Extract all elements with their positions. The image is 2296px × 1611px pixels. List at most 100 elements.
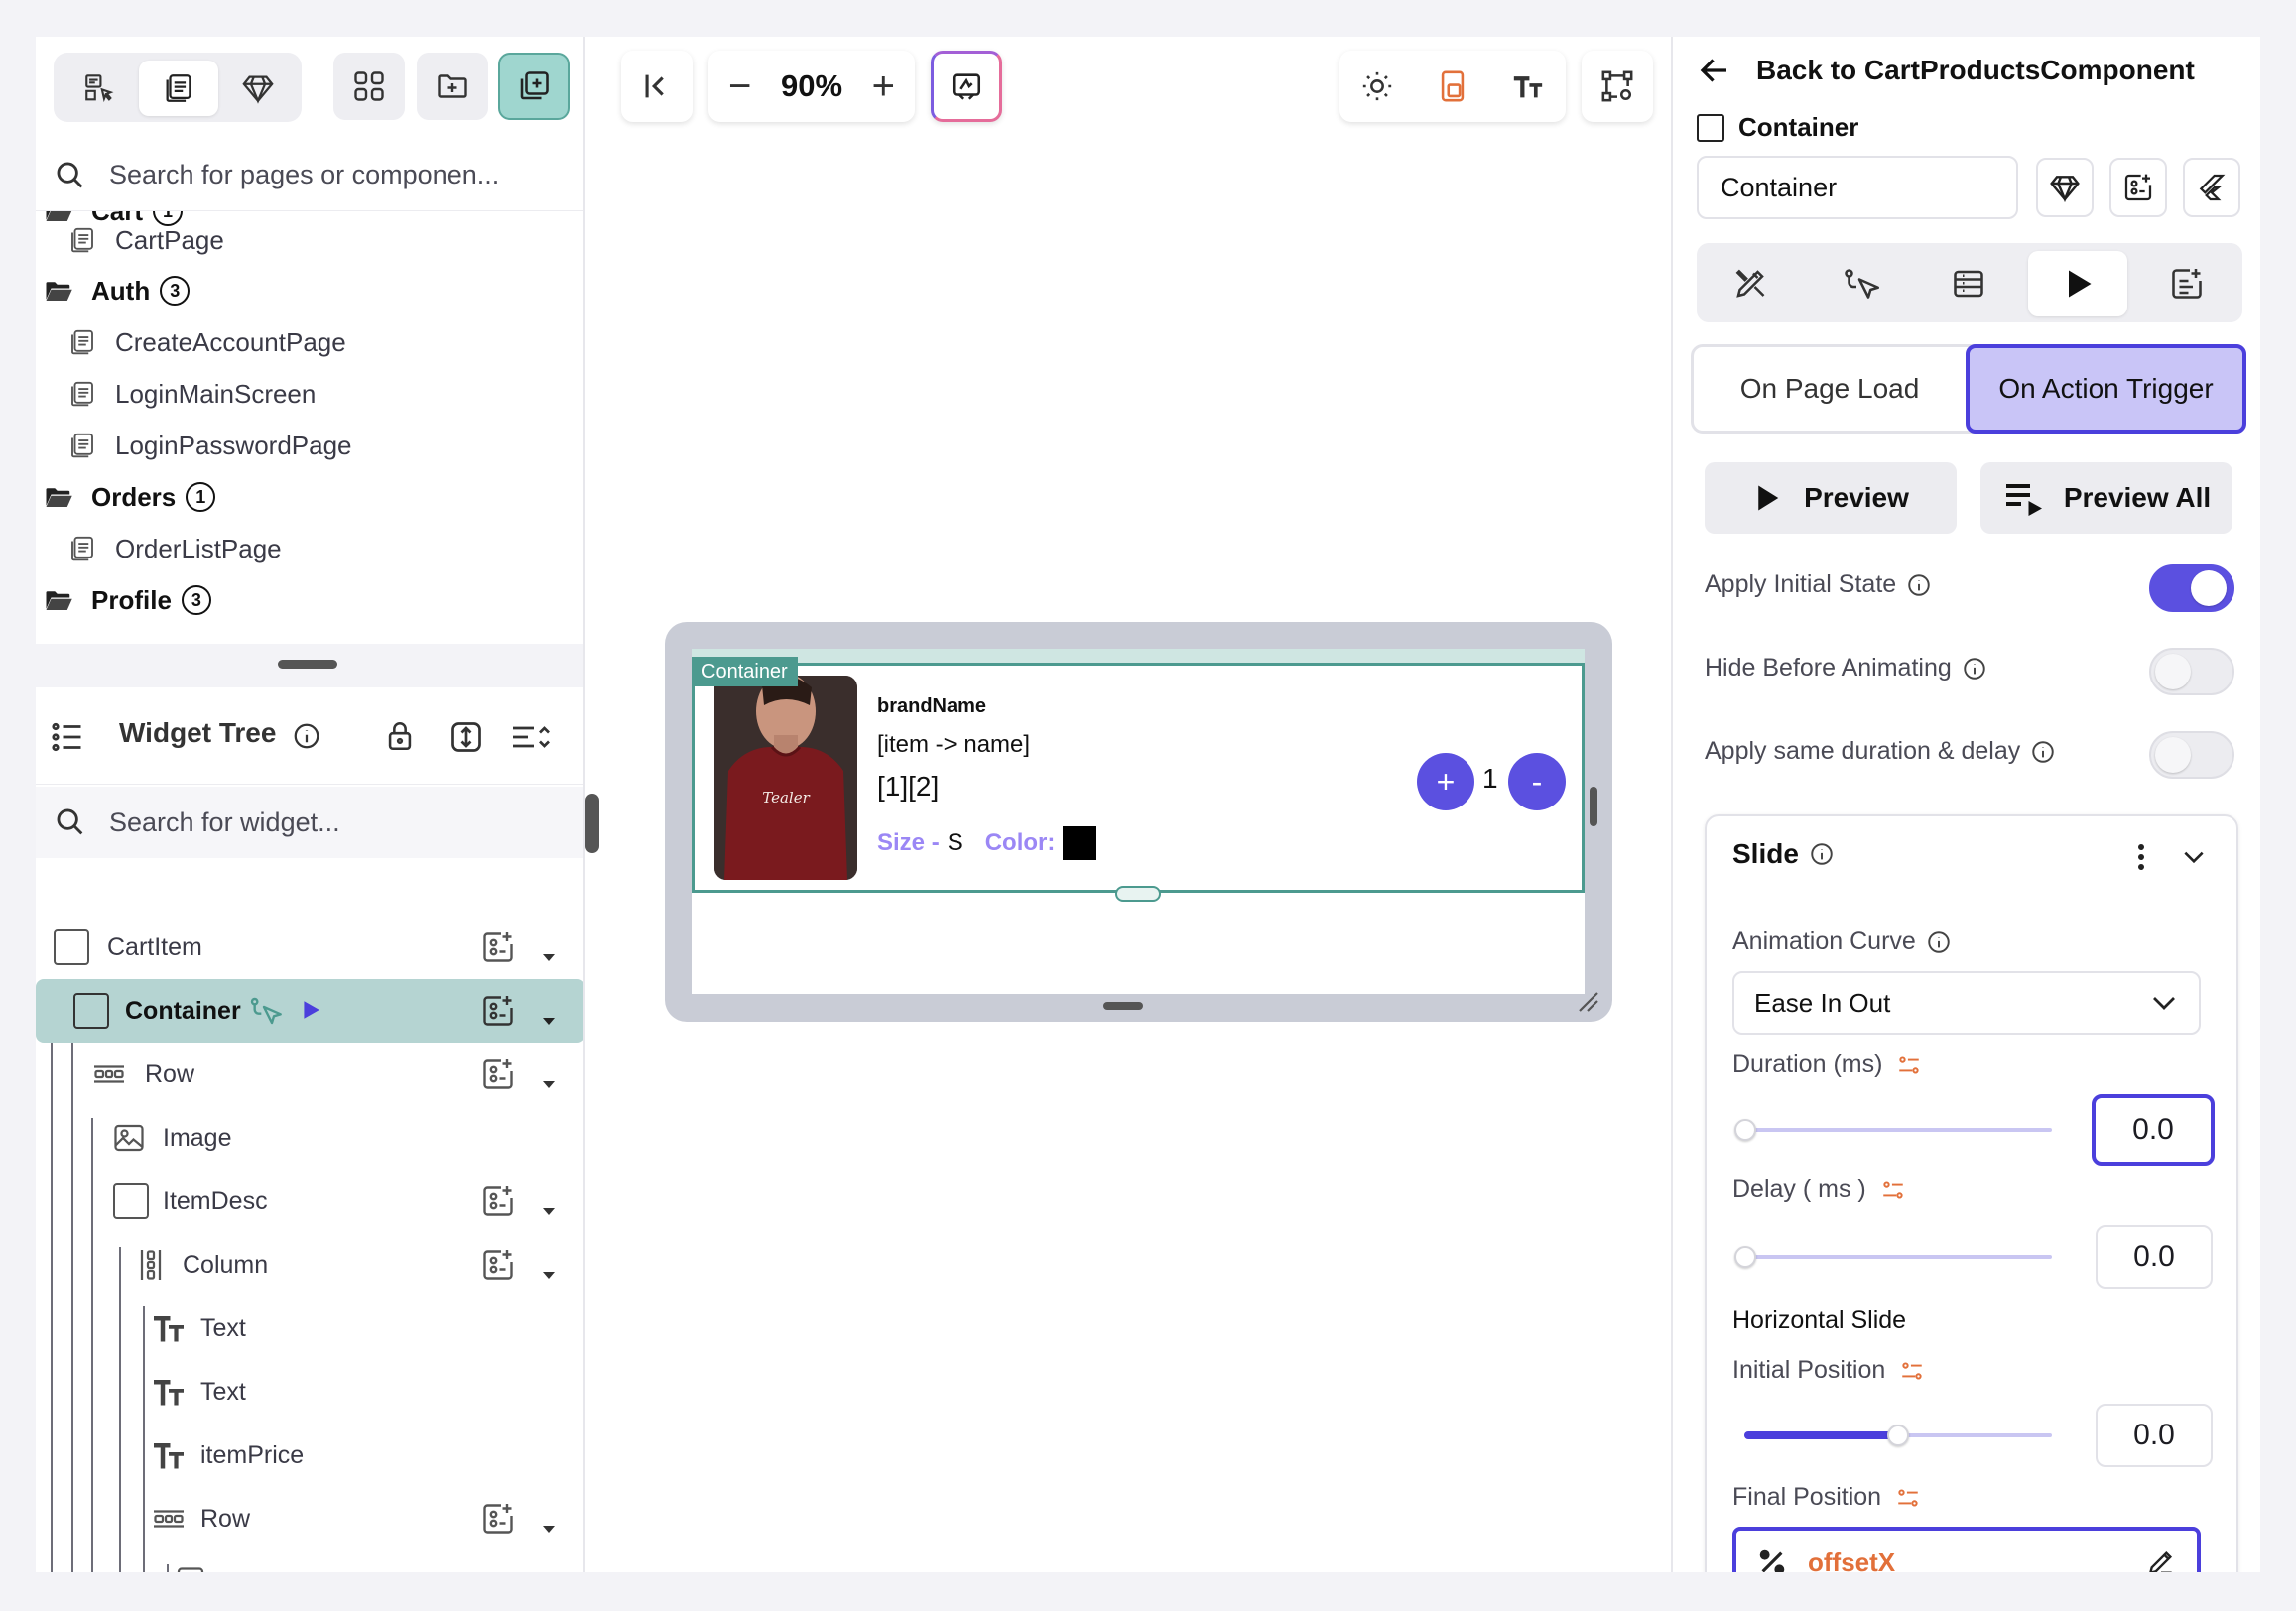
info-icon[interactable] xyxy=(292,721,321,751)
tree-row-row[interactable]: Row xyxy=(36,1043,583,1106)
tree-row-cartitem[interactable]: CartItem xyxy=(36,916,583,979)
add-child-icon[interactable] xyxy=(480,1501,516,1537)
zoom-in-button[interactable]: + xyxy=(872,66,895,106)
device-bottom-handle[interactable] xyxy=(1103,1002,1143,1010)
folder-auth[interactable]: Auth 3 xyxy=(44,269,191,312)
flutter-code-button[interactable] xyxy=(2183,158,2240,217)
delay-input[interactable]: 0.0 xyxy=(2096,1225,2213,1289)
variable-binding-icon[interactable] xyxy=(1896,1053,1922,1078)
tree-row-text[interactable]: Text xyxy=(36,1297,583,1360)
delay-slider-track[interactable] xyxy=(1744,1255,2052,1259)
add-action-icon[interactable] xyxy=(2137,251,2236,316)
folder-profile[interactable]: Profile 3 xyxy=(44,578,211,622)
preview-all-button[interactable]: Preview All xyxy=(1980,462,2232,534)
paint-icon[interactable] xyxy=(1701,251,1800,316)
add-child-icon[interactable] xyxy=(480,1247,516,1283)
add-page-icon[interactable] xyxy=(498,53,570,120)
hide-before-toggle[interactable] xyxy=(2149,648,2234,695)
page-item-loginmainscreen[interactable]: LoginMainScreen xyxy=(67,372,316,416)
diamond-button[interactable] xyxy=(2036,158,2094,217)
ai-generate-button[interactable] xyxy=(931,51,1002,122)
storyboard-icon[interactable] xyxy=(60,61,139,116)
increase-qty-button[interactable]: + xyxy=(1417,753,1474,810)
tree-row-row-2[interactable]: Row xyxy=(36,1487,583,1550)
same-duration-toggle[interactable] xyxy=(2149,731,2234,779)
info-icon[interactable] xyxy=(1926,929,1952,955)
lock-icon[interactable] xyxy=(383,719,417,753)
tree-row-text[interactable]: Text xyxy=(36,1360,583,1424)
wrap-widget-button[interactable] xyxy=(2109,158,2167,217)
animation-curve-select[interactable]: Ease In Out xyxy=(1732,971,2201,1035)
back-nav[interactable]: Back to CartProductsComponent xyxy=(1697,49,2195,92)
variable-binding-icon[interactable] xyxy=(1895,1485,1921,1511)
selected-container[interactable]: Tealer brandName [item -> name] [1][2] S… xyxy=(692,663,1585,902)
caret-down-icon[interactable] xyxy=(542,1513,556,1533)
chevron-down-icon[interactable] xyxy=(2179,844,2209,870)
tree-row-itemdesc[interactable]: ItemDesc xyxy=(36,1170,583,1233)
page-item-orderlistpage[interactable]: OrderListPage xyxy=(67,527,282,570)
play-animation-icon[interactable] xyxy=(300,999,321,1021)
diamond-icon[interactable] xyxy=(218,61,298,116)
preview-button[interactable]: Preview xyxy=(1705,462,1957,534)
zoom-out-button[interactable]: − xyxy=(728,66,751,106)
pages-icon[interactable] xyxy=(139,61,218,116)
on-action-trigger-tab[interactable]: On Action Trigger xyxy=(1966,344,2246,434)
duration-slider-thumb[interactable] xyxy=(1734,1119,1756,1141)
page-search[interactable]: Search for pages or componen... xyxy=(36,140,583,211)
tree-row-image[interactable]: Image xyxy=(36,1106,583,1170)
action-flow-icon[interactable] xyxy=(248,995,282,1027)
panel-divider[interactable] xyxy=(36,644,583,687)
grid-icon[interactable] xyxy=(333,53,405,120)
caret-down-icon[interactable] xyxy=(542,941,556,961)
animation-icon[interactable] xyxy=(2028,251,2127,316)
initial-position-slider-thumb[interactable] xyxy=(1887,1425,1909,1446)
caret-down-icon[interactable] xyxy=(542,1259,556,1279)
add-child-icon[interactable] xyxy=(480,993,516,1029)
initial-position-input[interactable]: 0.0 xyxy=(2096,1404,2213,1467)
resize-handle[interactable] xyxy=(1115,886,1161,902)
interaction-icon[interactable] xyxy=(1810,251,1909,316)
tree-row-container-selected[interactable]: Container xyxy=(36,979,583,1043)
add-folder-icon[interactable] xyxy=(417,53,488,120)
drag-handle[interactable] xyxy=(278,660,337,669)
page-item-loginpasswordpage[interactable]: LoginPasswordPage xyxy=(67,424,352,467)
delay-slider-thumb[interactable] xyxy=(1734,1246,1756,1268)
caret-down-icon[interactable] xyxy=(542,1195,556,1215)
duration-slider-track[interactable] xyxy=(1744,1128,2052,1132)
resize-corner-icon[interactable] xyxy=(1576,989,1599,1013)
caret-down-icon[interactable] xyxy=(542,1005,556,1025)
info-icon[interactable] xyxy=(1962,656,1987,682)
page-item-cartpage[interactable]: CartPage xyxy=(67,218,224,262)
collapse-left-panel-button[interactable] xyxy=(621,51,693,122)
info-icon[interactable] xyxy=(2030,739,2056,765)
on-page-load-tab[interactable]: On Page Load xyxy=(1694,347,1966,431)
sort-options-icon[interactable] xyxy=(510,719,552,755)
final-position-field[interactable]: offsetX xyxy=(1732,1527,2201,1572)
device-right-handle[interactable] xyxy=(1590,787,1597,826)
caret-down-icon[interactable] xyxy=(542,1068,556,1088)
tree-row-column[interactable]: Column xyxy=(36,1233,583,1297)
left-scrollbar[interactable] xyxy=(585,794,599,853)
info-icon[interactable] xyxy=(1906,572,1932,598)
add-child-icon[interactable] xyxy=(480,1183,516,1219)
apply-initial-state-toggle[interactable] xyxy=(2149,564,2234,612)
text-scale-icon[interactable] xyxy=(1511,69,1545,103)
tree-row-richtext[interactable]: RichText xyxy=(36,1550,583,1572)
page-item-createaccountpage[interactable]: CreateAccountPage xyxy=(67,320,346,364)
tree-row-itemprice[interactable]: itemPrice xyxy=(36,1424,583,1487)
more-vertical-icon[interactable] xyxy=(2133,842,2149,872)
edit-pencil-icon[interactable] xyxy=(2145,1547,2177,1572)
folder-orders[interactable]: Orders 1 xyxy=(44,475,216,519)
device-orientation-icon[interactable] xyxy=(1436,69,1469,103)
add-child-icon[interactable] xyxy=(480,1056,516,1092)
duration-input[interactable]: 0.0 xyxy=(2092,1094,2215,1166)
backend-query-icon[interactable] xyxy=(1919,251,2018,316)
variable-binding-icon[interactable] xyxy=(1899,1358,1925,1384)
light-mode-icon[interactable] xyxy=(1360,69,1394,103)
expand-collapse-icon[interactable] xyxy=(448,719,484,755)
decrease-qty-button[interactable]: - xyxy=(1508,753,1566,810)
widget-name-field[interactable]: Container xyxy=(1697,156,2018,219)
widget-search[interactable]: Search for widget... xyxy=(36,787,583,858)
variable-binding-icon[interactable] xyxy=(1880,1177,1906,1203)
add-child-icon[interactable] xyxy=(480,929,516,965)
